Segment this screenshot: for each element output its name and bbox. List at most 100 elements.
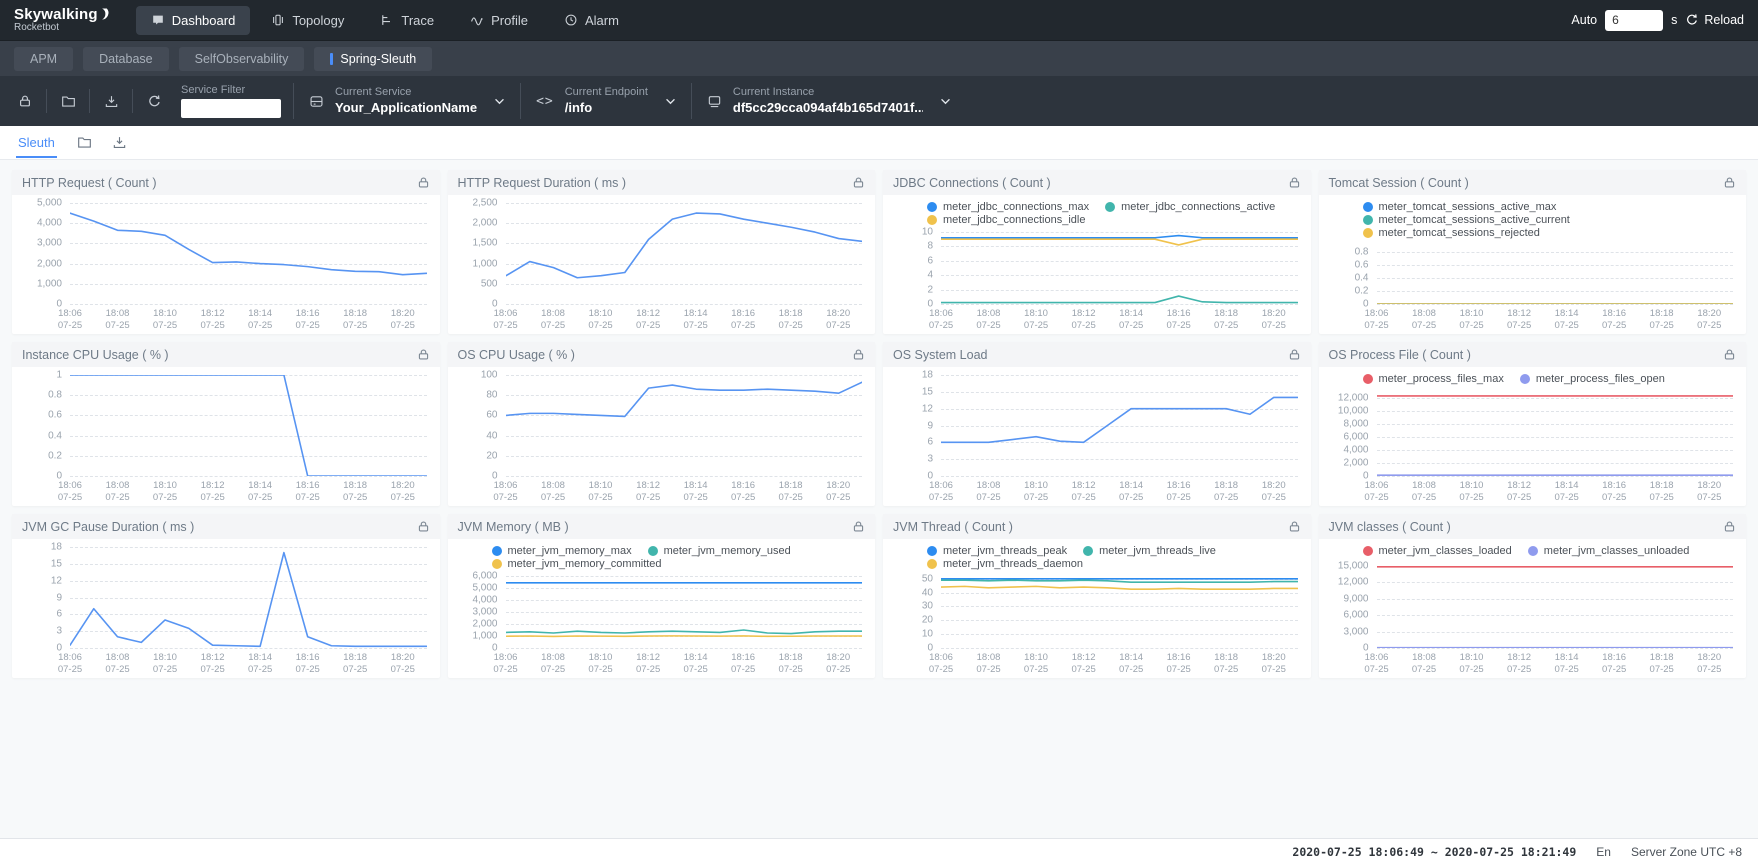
lock-icon[interactable] — [852, 348, 865, 361]
selector-current-instance[interactable]: Current Instancedf5cc29cca094af4b165d740… — [691, 83, 966, 119]
nav-item-label: Dashboard — [172, 13, 236, 28]
x-tick-date: 07-25 — [1412, 320, 1436, 332]
legend-item[interactable]: meter_jvm_threads_peak — [927, 545, 1067, 557]
chart-plot-inner: 1086420 — [893, 232, 1298, 304]
x-tick-time: 18:18 — [1650, 480, 1674, 492]
divider — [89, 89, 90, 113]
y-axis-tick-label: 0.4 — [22, 430, 62, 441]
gridline — [506, 648, 863, 649]
download-button[interactable] — [94, 94, 128, 109]
y-axis-tick-label: 0.8 — [22, 390, 62, 401]
lock-icon[interactable] — [852, 520, 865, 533]
dash-tab-database[interactable]: Database — [83, 47, 169, 71]
server-zone-selector[interactable]: Server Zone UTC +8 — [1631, 845, 1742, 859]
x-tick-date: 07-25 — [1602, 320, 1626, 332]
legend-item[interactable]: meter_jvm_memory_used — [648, 545, 791, 557]
chart-legend: meter_jdbc_connections_maxmeter_jdbc_con… — [891, 197, 1303, 226]
x-tick-date: 07-25 — [1024, 320, 1048, 332]
legend-label: meter_jvm_threads_daemon — [943, 558, 1083, 570]
x-axis-tick-label: 18:2007-25 — [826, 308, 850, 333]
lock-button[interactable] — [8, 94, 42, 108]
selector-current-service[interactable]: Current ServiceYour_ApplicationName — [293, 83, 520, 119]
x-axis-tick-label: 18:0807-25 — [1412, 652, 1436, 677]
folder-icon[interactable] — [77, 135, 92, 150]
tab-sleuth[interactable]: Sleuth — [16, 127, 57, 158]
legend-item[interactable]: meter_process_files_max — [1363, 373, 1504, 385]
legend-item[interactable]: meter_tomcat_sessions_rejected — [1363, 227, 1540, 239]
x-axis-tick-label: 18:1407-25 — [1119, 308, 1143, 333]
nav-item-topology[interactable]: Topology — [256, 6, 359, 35]
x-tick-time: 18:18 — [1214, 308, 1238, 320]
reload-button[interactable]: Reload — [1685, 13, 1744, 27]
x-axis-tick-label: 18:1207-25 — [1507, 308, 1531, 333]
chart-card-header: OS System Load — [883, 342, 1311, 367]
selector-current-endpoint[interactable]: <>Current Endpoint/info — [520, 83, 691, 119]
lock-icon[interactable] — [1288, 348, 1301, 361]
x-axis-tick-label: 18:1607-25 — [1602, 480, 1626, 505]
legend-item[interactable]: meter_jdbc_connections_max — [927, 201, 1089, 213]
service-filter-input[interactable] — [181, 99, 281, 118]
lock-icon[interactable] — [1288, 176, 1301, 189]
y-axis-tick-label: 0 — [893, 643, 933, 654]
time-range-picker[interactable]: 2020-07-25 18:06:49 ~ 2020-07-25 18:21:4… — [1292, 845, 1576, 859]
x-tick-date: 07-25 — [105, 664, 129, 676]
legend-item[interactable]: meter_jvm_threads_daemon — [927, 558, 1083, 570]
x-tick-date: 07-25 — [1214, 320, 1238, 332]
x-axis-tick-label: 18:1007-25 — [153, 652, 177, 677]
selector-value: df5cc29cca094af4b165d7401f... — [733, 100, 923, 116]
x-tick-time: 18:20 — [1697, 480, 1721, 492]
language-selector[interactable]: En — [1596, 845, 1611, 859]
dash-tab-spring-sleuth[interactable]: Spring-Sleuth — [314, 47, 432, 71]
lock-icon[interactable] — [417, 176, 430, 189]
x-tick-date: 07-25 — [1554, 664, 1578, 676]
lock-icon[interactable] — [1288, 520, 1301, 533]
legend-label: meter_jdbc_connections_max — [943, 201, 1089, 213]
x-axis-tick-label: 18:1407-25 — [683, 652, 707, 677]
nav-item-alarm[interactable]: Alarm — [549, 6, 634, 35]
dash-tab-selfobservability[interactable]: SelfObservability — [179, 47, 305, 71]
lock-icon[interactable] — [1723, 520, 1736, 533]
y-axis-tick-label: 0.6 — [22, 410, 62, 421]
lock-icon[interactable] — [1723, 176, 1736, 189]
selector-group: Current ServiceYour_ApplicationName<>Cur… — [293, 76, 966, 126]
legend-item[interactable]: meter_jdbc_connections_active — [1105, 201, 1275, 213]
y-axis-tick-label: 2,000 — [458, 218, 498, 229]
x-axis-tick-label: 18:0607-25 — [493, 480, 517, 505]
legend-item[interactable]: meter_jvm_memory_max — [492, 545, 632, 557]
x-tick-date: 07-25 — [976, 492, 1000, 504]
nav-item-dashboard[interactable]: Dashboard — [136, 6, 251, 35]
lock-icon[interactable] — [1723, 348, 1736, 361]
lock-icon[interactable] — [852, 176, 865, 189]
legend-item[interactable]: meter_jvm_classes_loaded — [1363, 545, 1512, 557]
x-tick-date: 07-25 — [200, 320, 224, 332]
legend-item[interactable]: meter_jvm_threads_live — [1083, 545, 1216, 557]
x-tick-time: 18:08 — [976, 652, 1000, 664]
legend-item[interactable]: meter_jdbc_connections_idle — [927, 214, 1085, 226]
x-tick-time: 18:18 — [343, 652, 367, 664]
legend-item[interactable]: meter_process_files_open — [1520, 373, 1665, 385]
refresh-button[interactable] — [137, 94, 171, 109]
folder-button[interactable] — [51, 94, 85, 109]
nav-item-trace[interactable]: Trace — [365, 6, 449, 35]
lock-icon[interactable] — [417, 520, 430, 533]
legend-item[interactable]: meter_jvm_classes_unloaded — [1528, 545, 1690, 557]
x-tick-time: 18:08 — [976, 480, 1000, 492]
x-tick-time: 18:20 — [1262, 308, 1286, 320]
legend-item[interactable]: meter_tomcat_sessions_active_max — [1363, 201, 1557, 213]
dash-tab-apm[interactable]: APM — [14, 47, 73, 71]
x-axis-tick-label: 18:0607-25 — [929, 308, 953, 333]
chart-title: JVM Memory ( MB ) — [458, 520, 569, 534]
crescent-icon — [99, 7, 110, 21]
nav-item-profile[interactable]: Profile — [455, 6, 543, 35]
chart-title: OS System Load — [893, 348, 988, 362]
x-tick-time: 18:14 — [248, 652, 272, 664]
lock-icon[interactable] — [417, 348, 430, 361]
nav-item-label: Trace — [401, 13, 434, 28]
auto-interval-input[interactable] — [1605, 10, 1663, 31]
x-axis-tick-label: 18:1807-25 — [1214, 652, 1238, 677]
download-icon[interactable] — [112, 135, 127, 150]
legend-item[interactable]: meter_tomcat_sessions_active_current — [1363, 214, 1570, 226]
chart-plot: 2,5002,0001,5001,0005000 — [456, 197, 868, 305]
legend-item[interactable]: meter_jvm_memory_committed — [492, 558, 662, 570]
legend-dot — [1363, 374, 1373, 384]
